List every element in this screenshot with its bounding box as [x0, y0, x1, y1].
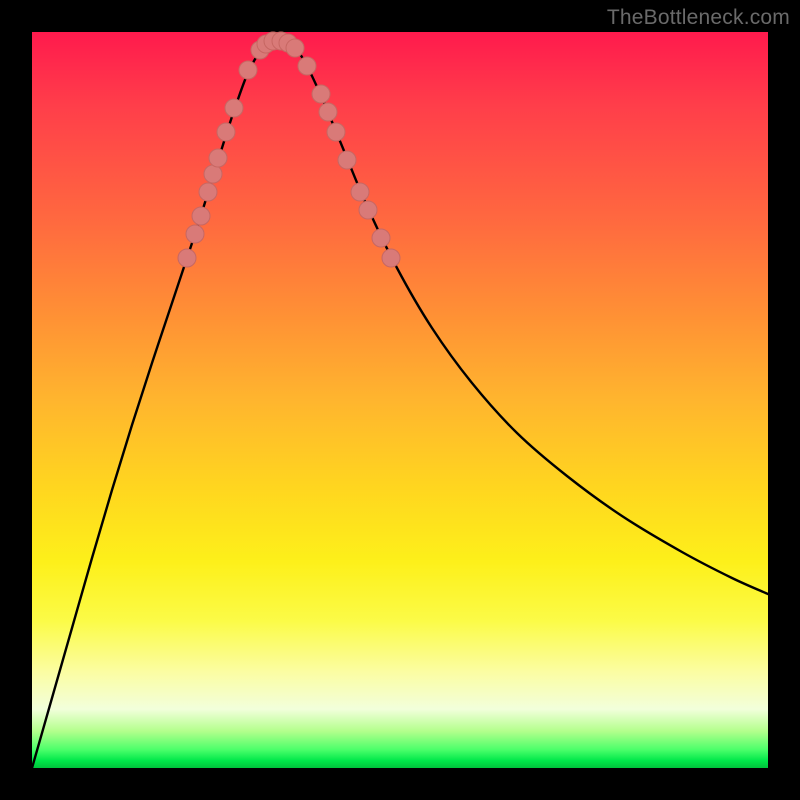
watermark-text: TheBottleneck.com — [607, 6, 790, 30]
curve-dot — [327, 123, 345, 141]
curve-dot — [286, 39, 304, 57]
bottleneck-curve — [32, 40, 768, 768]
curve-dot — [319, 103, 337, 121]
curve-dot — [192, 207, 210, 225]
curve-dot — [217, 123, 235, 141]
curve-dot — [239, 61, 257, 79]
curve-dot — [359, 201, 377, 219]
curve-dot — [382, 249, 400, 267]
curve-dot — [372, 229, 390, 247]
viewport-frame: TheBottleneck.com — [0, 0, 800, 800]
curve-dot — [298, 57, 316, 75]
curve-dot — [209, 149, 227, 167]
plot-area — [32, 32, 768, 768]
chart-svg — [32, 32, 768, 768]
curve-dot — [351, 183, 369, 201]
curve-dot — [178, 249, 196, 267]
curve-dot — [312, 85, 330, 103]
curve-dot — [225, 99, 243, 117]
curve-dot — [204, 165, 222, 183]
curve-dot — [199, 183, 217, 201]
curve-dot — [338, 151, 356, 169]
curve-dot — [186, 225, 204, 243]
curve-dots — [178, 32, 400, 267]
